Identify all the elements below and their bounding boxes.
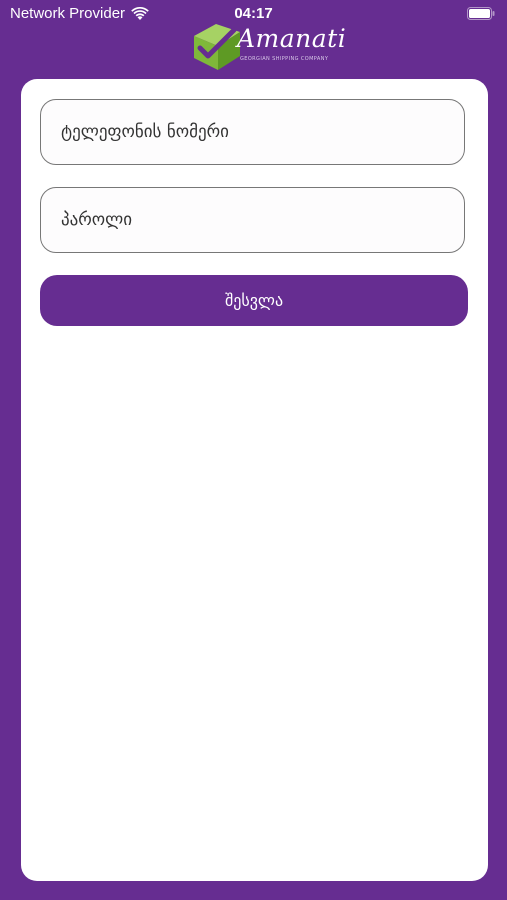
logo-wordmark: Amanati [237,24,347,53]
logo-tagline: GEORGIAN SHIPPING COMPANY [240,56,329,62]
battery-icon [467,7,495,20]
login-button-label: შესვლა [224,291,284,310]
login-button[interactable]: შესვლა [40,275,468,326]
login-card: ტელეფონის ნომერი პაროლი შესვლა [21,79,488,881]
password-placeholder: პაროლი [61,210,133,230]
amanati-logo: Amanati GEORGIAN SHIPPING COMPANY [190,20,346,72]
phone-input[interactable]: ტელეფონის ნომერი [40,99,465,165]
phone-placeholder: ტელეფონის ნომერი [61,122,229,142]
password-input[interactable]: პაროლი [40,187,465,253]
